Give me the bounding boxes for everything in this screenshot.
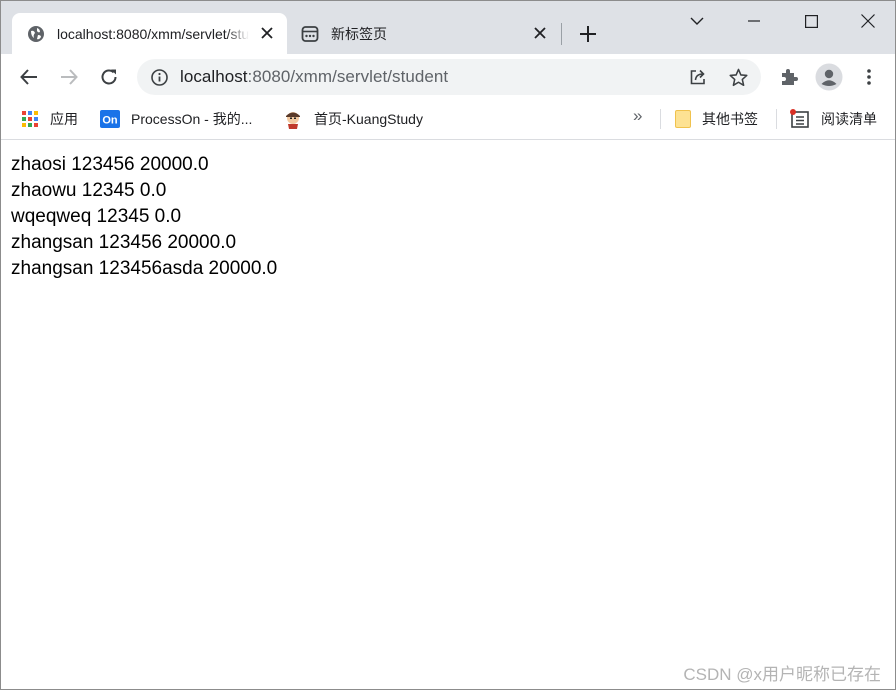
- bookmark-processon[interactable]: On ProcessOn - 我的...: [100, 100, 252, 138]
- minimize-icon: [748, 20, 760, 22]
- svg-text:On: On: [102, 115, 118, 127]
- forward-button[interactable]: [53, 61, 85, 93]
- tab-search-button[interactable]: [669, 1, 725, 41]
- apps-grid-icon: [21, 110, 39, 128]
- tab-student-servlet[interactable]: localhost:8080/xmm/servlet/student: [12, 13, 287, 54]
- bookmark-label: 其他书签: [702, 111, 758, 127]
- newtab-page-icon: [301, 25, 319, 43]
- url-host: localhost: [180, 67, 248, 86]
- profile-button[interactable]: [815, 63, 843, 91]
- tab-new-tab[interactable]: 新标签页: [288, 13, 560, 54]
- browser-menu-button[interactable]: [855, 63, 883, 91]
- globe-icon: [27, 25, 45, 43]
- bookmark-star-icon[interactable]: [728, 67, 748, 87]
- bookmark-apps[interactable]: 应用: [21, 100, 78, 138]
- bookmarks-overflow-chevron[interactable]: »: [633, 106, 642, 126]
- url-path: :8080/xmm/servlet/student: [247, 67, 449, 86]
- address-bar[interactable]: localhost:8080/xmm/servlet/student: [137, 59, 761, 95]
- bookmark-label: 应用: [50, 111, 78, 127]
- bookmarks-divider: [660, 109, 661, 129]
- close-window-button[interactable]: [840, 1, 895, 41]
- student-record: zhangsan 123456 20000.0: [11, 232, 237, 253]
- reading-list-icon: [790, 109, 810, 129]
- reload-icon: [101, 69, 117, 85]
- bookmark-label: 首页-KuangStudy: [314, 111, 423, 127]
- more-vert-icon: [867, 69, 871, 85]
- maximize-button[interactable]: [783, 1, 839, 41]
- close-tab-icon[interactable]: [259, 25, 275, 41]
- browser-toolbar: localhost:8080/xmm/servlet/student: [1, 54, 895, 100]
- tab-strip: localhost:8080/xmm/servlet/student 新标签页: [1, 1, 895, 54]
- reading-list-button[interactable]: 阅读清单: [790, 100, 877, 138]
- tab-title: 新标签页: [331, 25, 387, 42]
- student-record: wqeqweq 12345 0.0: [11, 206, 182, 227]
- site-info-icon[interactable]: [150, 68, 168, 86]
- new-tab-button[interactable]: [575, 21, 601, 47]
- bookmarks-divider: [776, 109, 777, 129]
- maximize-icon: [804, 14, 818, 28]
- reload-button[interactable]: [93, 61, 125, 93]
- share-icon[interactable]: [688, 67, 708, 87]
- student-record: zhaosi 123456 20000.0: [11, 154, 209, 175]
- bookmark-kuangstudy[interactable]: 首页-KuangStudy: [283, 100, 423, 138]
- student-record: zhangsan 123456asda 20000.0: [11, 258, 278, 279]
- kuangstudy-avatar-icon: [283, 109, 303, 129]
- avatar-icon: [815, 63, 843, 91]
- student-list: zhaosi 123456 20000.0 zhaowu 12345 0.0 w…: [11, 152, 277, 282]
- bookmark-label: ProcessOn - 我的...: [131, 111, 253, 127]
- chevron-down-icon: [690, 17, 704, 25]
- extensions-button[interactable]: [775, 63, 803, 91]
- folder-icon: [675, 110, 691, 128]
- close-tab-icon[interactable]: [532, 25, 548, 41]
- processon-logo-icon: On: [100, 110, 120, 128]
- page-content: zhaosi 123456 20000.0 zhaowu 12345 0.0 w…: [1, 141, 895, 689]
- tab-title: localhost:8080/xmm/servlet/student: [57, 25, 249, 42]
- plus-icon: [580, 26, 596, 42]
- browser-window: localhost:8080/xmm/servlet/student 新标签页: [0, 0, 896, 690]
- url-text[interactable]: localhost:8080/xmm/servlet/student: [180, 67, 448, 87]
- forward-arrow-icon: [61, 69, 78, 85]
- tab-separator: [561, 23, 562, 45]
- bookmark-label: 阅读清单: [821, 111, 877, 127]
- bookmarks-bar: 应用 On ProcessOn - 我的... 首页-KuangStudy » …: [1, 100, 895, 140]
- student-record: zhaowu 12345 0.0: [11, 180, 167, 201]
- bookmark-other-folder[interactable]: 其他书签: [675, 100, 758, 138]
- back-arrow-icon: [20, 69, 37, 85]
- back-button[interactable]: [13, 61, 45, 93]
- minimize-button[interactable]: [726, 1, 782, 41]
- puzzle-icon: [782, 69, 798, 85]
- close-icon: [861, 14, 875, 28]
- csdn-watermark: CSDN @x用户昵称已存在: [683, 665, 881, 684]
